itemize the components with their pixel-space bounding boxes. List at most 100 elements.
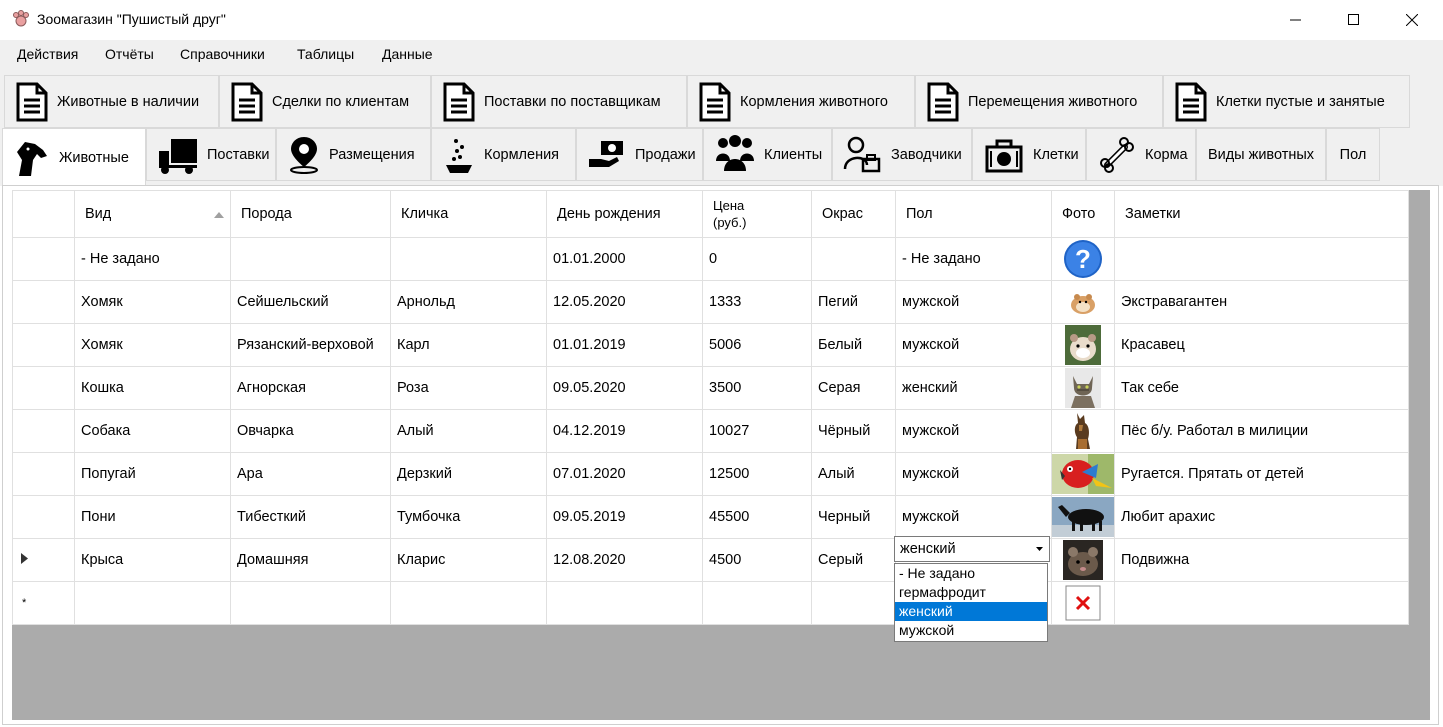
table-row[interactable]: Попугай Ара Дерзкий 07.01.2020 12500 Алы… xyxy=(12,452,1409,496)
dropdown-option[interactable]: гермафродит xyxy=(895,583,1047,602)
cell-price[interactable] xyxy=(702,581,812,625)
cell-photo[interactable]: ? xyxy=(1051,237,1115,281)
cell-color[interactable] xyxy=(811,237,896,281)
cell-breed[interactable]: Агнорская xyxy=(230,366,391,410)
row-header[interactable] xyxy=(12,280,75,324)
tab-animal-feedings[interactable]: Кормления животного xyxy=(687,75,915,128)
cell-name[interactable]: Роза xyxy=(390,366,547,410)
tab-clients[interactable]: Клиенты xyxy=(703,128,832,181)
maximize-button[interactable] xyxy=(1326,0,1382,40)
column-header-color[interactable]: Окрас xyxy=(811,190,896,238)
tab-animals[interactable]: Животные xyxy=(2,128,146,186)
cell-sex[interactable]: мужской xyxy=(895,323,1052,367)
cell-color[interactable]: Серая xyxy=(811,366,896,410)
cell-photo[interactable] xyxy=(1051,452,1115,496)
tab-animals-available[interactable]: Животные в наличии xyxy=(4,75,219,128)
cell-price[interactable]: 12500 xyxy=(702,452,812,496)
tab-breeders[interactable]: Заводчики xyxy=(832,128,972,181)
cell-notes[interactable] xyxy=(1114,237,1409,281)
dropdown-option[interactable]: - Не задано xyxy=(895,564,1047,583)
cell-birthday[interactable]: 01.01.2000 xyxy=(546,237,703,281)
cell-sex[interactable]: мужской xyxy=(895,452,1052,496)
cell-name[interactable] xyxy=(390,237,547,281)
cell-name[interactable]: Карл xyxy=(390,323,547,367)
cell-species[interactable]: Собака xyxy=(74,409,231,453)
cell-species[interactable] xyxy=(74,581,231,625)
sex-dropdown-list[interactable]: - Не задано гермафродит женский мужской xyxy=(894,563,1048,642)
cell-species[interactable]: Кошка xyxy=(74,366,231,410)
cell-photo[interactable] xyxy=(1051,538,1115,582)
menu-data[interactable]: Данные xyxy=(382,46,433,62)
tab-feedings[interactable]: Кормления xyxy=(431,128,576,181)
tab-cages-empty-occupied[interactable]: Клетки пустые и занятые xyxy=(1163,75,1410,128)
cell-price[interactable]: 4500 xyxy=(702,538,812,582)
dropdown-option[interactable]: мужской xyxy=(895,621,1047,640)
cell-name[interactable]: Тумбочка xyxy=(390,495,547,539)
tab-placements[interactable]: Размещения xyxy=(276,128,431,181)
menu-tables[interactable]: Таблицы xyxy=(297,46,354,62)
cell-photo[interactable] xyxy=(1051,581,1115,625)
cell-birthday[interactable]: 09.05.2019 xyxy=(546,495,703,539)
cell-photo[interactable] xyxy=(1051,280,1115,324)
cell-name[interactable]: Арнольд xyxy=(390,280,547,324)
cell-photo[interactable] xyxy=(1051,323,1115,367)
cell-color[interactable]: Чёрный xyxy=(811,409,896,453)
cell-photo[interactable] xyxy=(1051,409,1115,453)
cell-sex[interactable]: женский xyxy=(895,366,1052,410)
table-row-new[interactable]: * xyxy=(12,581,1409,625)
cell-name[interactable]: Алый xyxy=(390,409,547,453)
animals-grid[interactable]: Вид Порода Кличка День рождения Цена (ру… xyxy=(12,190,1409,625)
cell-notes[interactable] xyxy=(1114,581,1409,625)
cell-price[interactable]: 0 xyxy=(702,237,812,281)
table-row[interactable]: Собака Овчарка Алый 04.12.2019 10027 Чёр… xyxy=(12,409,1409,453)
cell-species[interactable]: Хомяк xyxy=(74,280,231,324)
dropdown-option-selected[interactable]: женский xyxy=(895,602,1047,621)
cell-name[interactable] xyxy=(390,581,547,625)
tab-sales[interactable]: Продажи xyxy=(576,128,703,181)
cell-color[interactable]: Серый xyxy=(811,538,896,582)
cell-breed[interactable] xyxy=(230,581,391,625)
column-header-notes[interactable]: Заметки xyxy=(1114,190,1409,238)
cell-price[interactable]: 3500 xyxy=(702,366,812,410)
close-button[interactable] xyxy=(1384,0,1440,40)
column-header-price[interactable]: Цена (руб.) xyxy=(702,190,812,238)
cell-notes[interactable]: Ругается. Прятать от детей xyxy=(1114,452,1409,496)
cell-photo[interactable] xyxy=(1051,495,1115,539)
cell-birthday[interactable]: 04.12.2019 xyxy=(546,409,703,453)
menu-actions[interactable]: Действия xyxy=(17,46,78,62)
table-row[interactable]: Кошка Агнорская Роза 09.05.2020 3500 Сер… xyxy=(12,366,1409,410)
cell-color[interactable]: Черный xyxy=(811,495,896,539)
row-header[interactable] xyxy=(12,495,75,539)
cell-color[interactable]: Алый xyxy=(811,452,896,496)
cell-price[interactable]: 1333 xyxy=(702,280,812,324)
cell-breed[interactable]: Ара xyxy=(230,452,391,496)
cell-sex[interactable]: мужской xyxy=(895,495,1052,539)
tab-animal-movements[interactable]: Перемещения животного xyxy=(915,75,1163,128)
cell-species[interactable]: - Не задано xyxy=(74,237,231,281)
cell-birthday[interactable]: 07.01.2020 xyxy=(546,452,703,496)
cell-breed[interactable] xyxy=(230,237,391,281)
column-header-birthday[interactable]: День рождения xyxy=(546,190,703,238)
tab-deals-by-clients[interactable]: Сделки по клиентам xyxy=(219,75,431,128)
cell-breed[interactable]: Тибесткий xyxy=(230,495,391,539)
table-row[interactable]: Хомяк Рязанский-верховой Карл 01.01.2019… xyxy=(12,323,1409,367)
row-header[interactable] xyxy=(12,452,75,496)
cell-birthday[interactable]: 01.01.2019 xyxy=(546,323,703,367)
cell-photo[interactable] xyxy=(1051,366,1115,410)
tab-cages[interactable]: Клетки xyxy=(972,128,1086,181)
cell-color[interactable]: Пегий xyxy=(811,280,896,324)
cell-notes[interactable]: Так себе xyxy=(1114,366,1409,410)
row-header[interactable] xyxy=(12,366,75,410)
column-header-photo[interactable]: Фото xyxy=(1051,190,1115,238)
table-row[interactable]: Хомяк Сейшельский Арнольд 12.05.2020 133… xyxy=(12,280,1409,324)
cell-color[interactable] xyxy=(811,581,896,625)
row-header[interactable] xyxy=(12,237,75,281)
row-header[interactable] xyxy=(12,323,75,367)
table-row[interactable]: - Не задано 01.01.2000 0 - Не задано ? xyxy=(12,237,1409,281)
cell-species[interactable]: Хомяк xyxy=(74,323,231,367)
tab-feeds[interactable]: Корма xyxy=(1086,128,1196,181)
menu-references[interactable]: Справочники xyxy=(180,46,265,62)
tab-sex[interactable]: Пол xyxy=(1326,128,1380,181)
cell-notes[interactable]: Пёс б/у. Работал в милиции xyxy=(1114,409,1409,453)
cell-notes[interactable]: Красавец xyxy=(1114,323,1409,367)
